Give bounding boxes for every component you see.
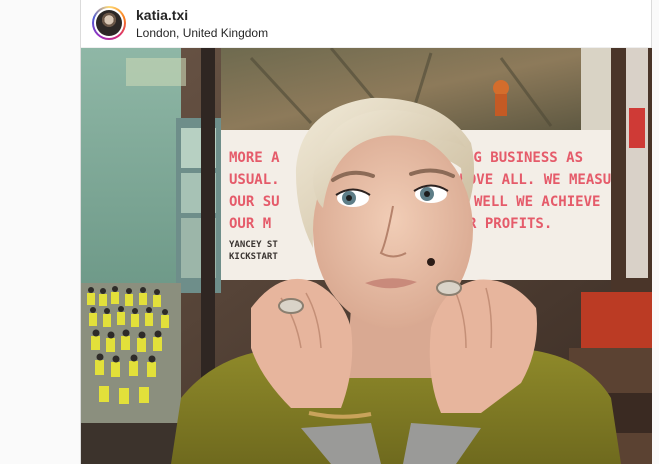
poster-line-6: WELL WE ACHIEVE [474, 194, 600, 210]
location-link[interactable]: London, United Kingdom [136, 26, 268, 40]
post-photo[interactable]: MORE A NG BUSINESS AS USUAL. ABOVE ALL. … [81, 48, 653, 464]
avatar-story-ring[interactable] [92, 6, 126, 40]
ring-right [436, 280, 462, 296]
username-link[interactable]: katia.txi [136, 7, 188, 23]
poster-line-3: USUAL. [229, 172, 280, 188]
post-header: katia.txi London, United Kingdom [81, 0, 651, 48]
avatar [96, 10, 122, 36]
poster-line-1: MORE A [229, 150, 280, 166]
poster-line-7: OUR M [229, 216, 271, 232]
poster-line-4: ABOVE ALL. WE MEASURE [451, 172, 628, 188]
poster-line-8: R PROFITS. [468, 216, 552, 232]
right-gutter [652, 0, 659, 464]
poster-line-5: OUR SU [229, 194, 280, 210]
instagram-post: katia.txi London, United Kingdom MORE A … [80, 0, 653, 464]
poster-credit-2: KICKSTART [229, 252, 278, 262]
poster-line-2: NG BUSINESS AS [465, 150, 583, 166]
ring-left [278, 298, 304, 314]
left-gutter [0, 0, 80, 464]
poster-credit-1: YANCEY ST [229, 240, 278, 250]
red-object [581, 292, 653, 352]
